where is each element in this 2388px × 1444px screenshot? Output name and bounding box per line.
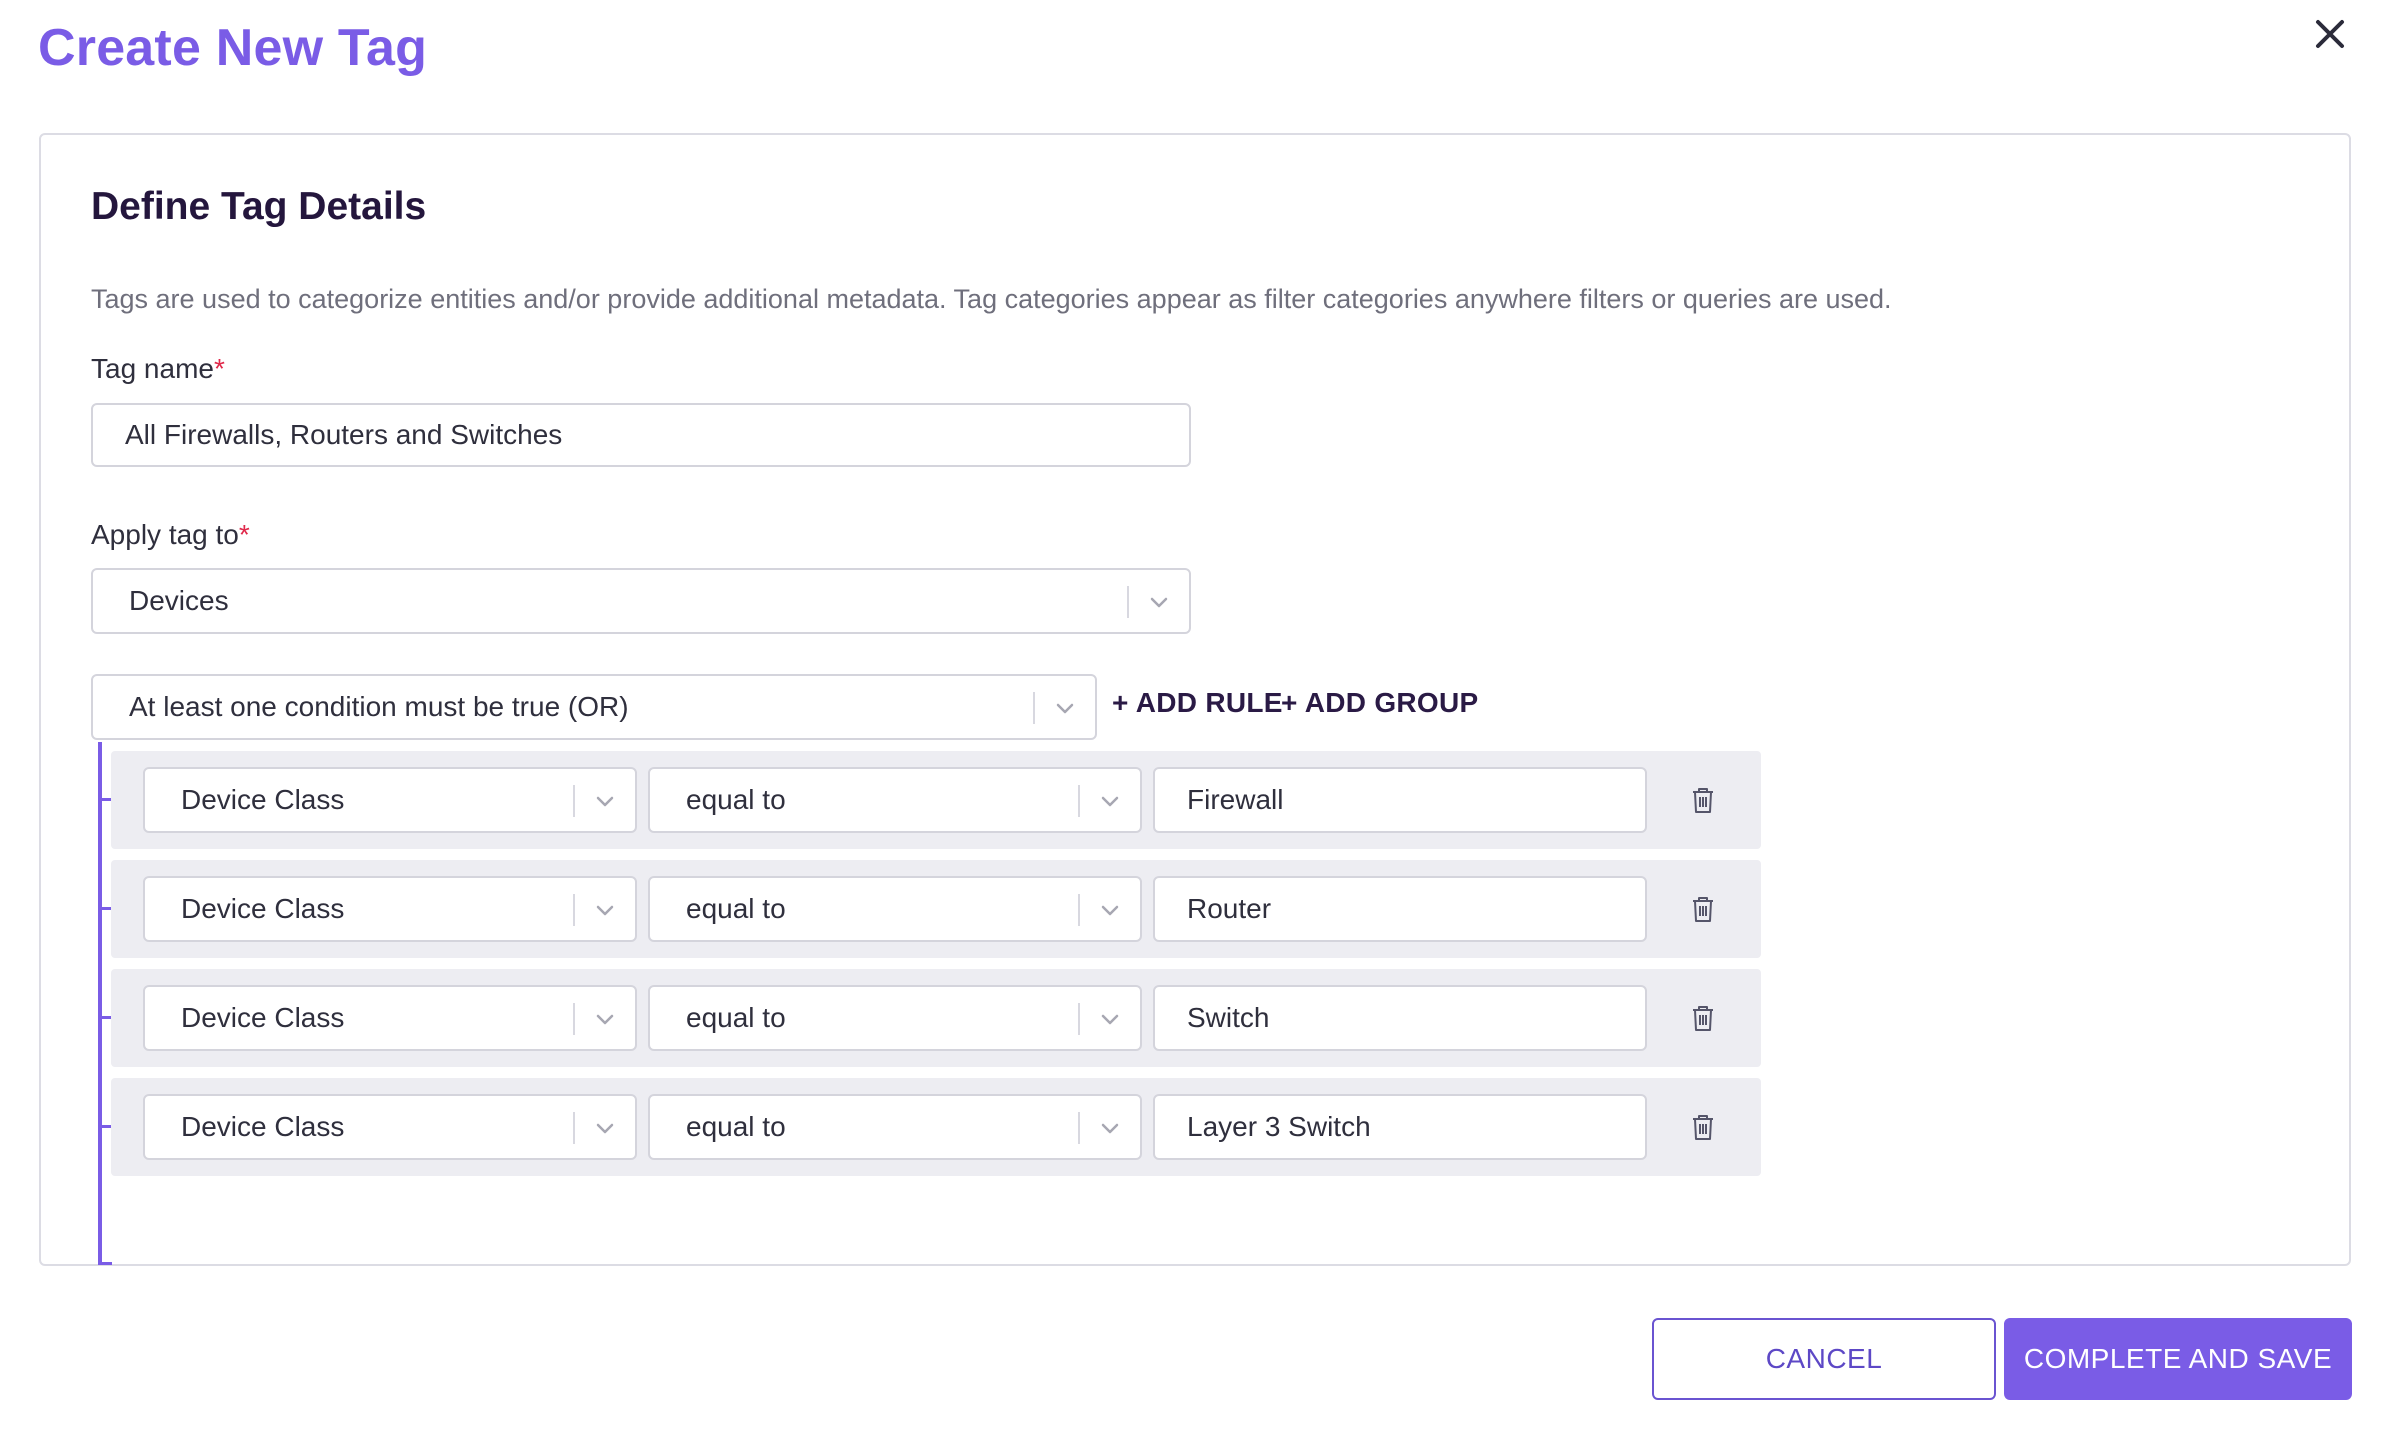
rule-comparator-select[interactable]: equal to [648,1094,1142,1160]
rule-value-input[interactable] [1153,985,1647,1051]
tag-name-label: Tag name* [91,353,225,385]
rule-comparator-select[interactable]: equal to [648,767,1142,833]
condition-group-line [98,742,102,1265]
required-mark: * [213,353,225,384]
condition-operator-value: At least one condition must be true (OR) [129,691,629,722]
rule-row: Device Class equal to [111,969,1761,1067]
select-separator [1078,785,1080,817]
modal-title: Create New Tag [38,19,428,77]
select-separator [1033,692,1035,724]
cancel-button[interactable]: CANCEL [1652,1318,1996,1400]
section-description: Tags are used to categorize entities and… [91,284,1892,314]
rule-row: Device Class equal to [111,1078,1761,1176]
chevron-down-icon [596,796,614,807]
add-group-button[interactable]: + ADD GROUP [1281,687,1479,719]
select-separator [1078,1003,1080,1035]
rule-field-value: Device Class [181,1111,345,1142]
rule-field-select[interactable]: Device Class [143,876,637,942]
complete-and-save-button[interactable]: COMPLETE AND SAVE [2004,1318,2352,1400]
rule-field-value: Device Class [181,893,345,924]
rule-value-input[interactable] [1153,1094,1647,1160]
chevron-down-icon [1150,597,1168,608]
rule-comparator-value: equal to [686,1002,786,1033]
rule-comparator-value: equal to [686,1111,786,1142]
chevron-down-icon [596,1123,614,1134]
required-mark: * [238,519,250,550]
apply-tag-to-select[interactable]: Devices [91,568,1191,634]
trash-icon[interactable] [1687,1002,1719,1034]
chevron-down-icon [596,1014,614,1025]
rule-field-select[interactable]: Device Class [143,985,637,1051]
rule-value-input[interactable] [1153,767,1647,833]
select-separator [573,894,575,926]
rule-field-select[interactable]: Device Class [143,1094,637,1160]
trash-icon[interactable] [1687,893,1719,925]
select-separator [573,785,575,817]
rule-comparator-select[interactable]: equal to [648,985,1142,1051]
apply-tag-to-label-text: Apply tag to [91,519,239,550]
condition-operator-select[interactable]: At least one condition must be true (OR) [91,674,1097,740]
chevron-down-icon [596,905,614,916]
chevron-down-icon [1101,1014,1119,1025]
rule-row: Device Class equal to [111,860,1761,958]
rule-comparator-value: equal to [686,784,786,815]
select-separator [573,1112,575,1144]
close-button[interactable] [2306,10,2354,58]
apply-tag-to-value: Devices [129,585,229,616]
chevron-down-icon [1101,1123,1119,1134]
rule-row: Device Class equal to [111,751,1761,849]
rule-comparator-select[interactable]: equal to [648,876,1142,942]
rule-field-value: Device Class [181,1002,345,1033]
select-separator [1078,894,1080,926]
close-icon [2316,20,2344,48]
select-separator [1127,586,1129,618]
chevron-down-icon [1101,796,1119,807]
rule-comparator-value: equal to [686,893,786,924]
select-separator [573,1003,575,1035]
trash-icon[interactable] [1687,1111,1719,1143]
rule-field-value: Device Class [181,784,345,815]
rule-value-input[interactable] [1153,876,1647,942]
rule-field-select[interactable]: Device Class [143,767,637,833]
add-rule-button[interactable]: + ADD RULE [1112,687,1283,719]
section-title: Define Tag Details [91,185,427,228]
tag-name-label-text: Tag name [91,353,214,384]
chevron-down-icon [1101,905,1119,916]
group-connector [102,1262,112,1265]
chevron-down-icon [1056,703,1074,714]
apply-tag-to-label: Apply tag to* [91,519,250,551]
tag-details-card: Define Tag Details Tags are used to cate… [39,133,2351,1266]
tag-name-input[interactable] [91,403,1191,467]
select-separator [1078,1112,1080,1144]
trash-icon[interactable] [1687,784,1719,816]
